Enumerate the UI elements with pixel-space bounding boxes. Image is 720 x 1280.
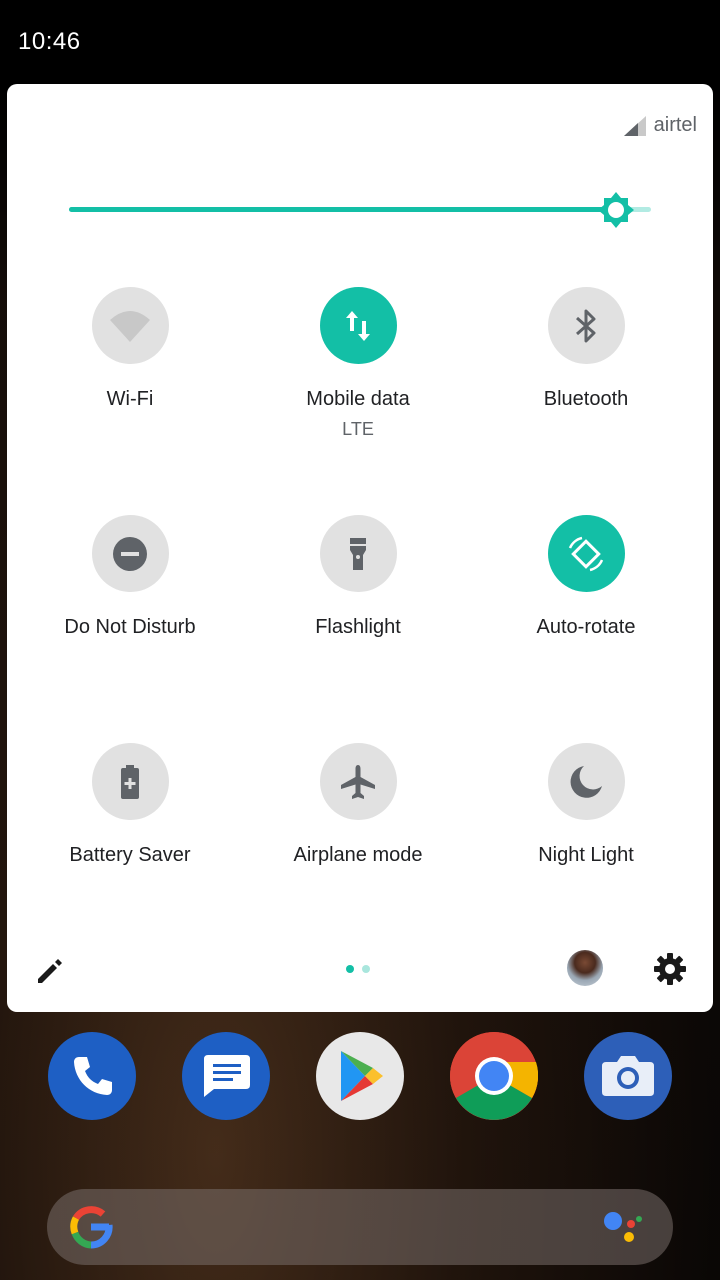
tile-label: Auto-rotate [536, 616, 636, 638]
dock-camera[interactable] [584, 1032, 672, 1120]
page-indicator [346, 965, 370, 973]
messages-icon [204, 1055, 250, 1097]
settings-gear-icon[interactable] [653, 952, 687, 986]
signal-strength-icon [623, 115, 646, 136]
tile-label: Night Light [538, 844, 634, 866]
brightness-thumb-icon[interactable] [596, 190, 636, 230]
tile-airplane-mode[interactable]: Airplane mode [258, 743, 458, 867]
dock-play-store[interactable] [316, 1032, 404, 1120]
dock-phone[interactable] [48, 1032, 136, 1120]
auto-rotate-icon [568, 536, 604, 571]
tile-bluetooth[interactable]: Bluetooth [486, 287, 686, 411]
tile-auto-rotate[interactable]: Auto-rotate [486, 515, 686, 639]
night-light-icon [570, 765, 602, 798]
battery-saver-toggle[interactable] [91, 743, 169, 820]
tile-label: Bluetooth [543, 388, 629, 410]
carrier-indicator: airtel [623, 114, 697, 137]
google-search-bar[interactable] [47, 1189, 673, 1265]
brightness-slider[interactable] [69, 190, 651, 230]
carrier-name: airtel [653, 114, 697, 136]
flashlight-toggle[interactable] [319, 515, 397, 592]
phone-icon [74, 1057, 112, 1095]
do-not-disturb-toggle[interactable] [91, 515, 169, 592]
wifi-icon [110, 310, 150, 342]
bluetooth-icon [576, 309, 596, 342]
status-clock: 10:46 [18, 28, 81, 55]
assistant-icon [604, 1212, 642, 1242]
bluetooth-toggle[interactable] [547, 287, 625, 364]
battery-saver-icon [121, 764, 139, 799]
quick-settings-panel: airtel Wi-Fi Mobile data LTE Bluetooth D… [7, 84, 713, 1012]
status-bar: 10:46 [0, 0, 720, 84]
tile-label: Flashlight [315, 616, 401, 638]
page-dot [362, 965, 370, 973]
edit-pencil-icon[interactable] [35, 956, 65, 986]
do-not-disturb-icon [113, 536, 147, 571]
tile-label: Wi-Fi [106, 388, 154, 410]
chrome-icon [450, 1032, 538, 1120]
mobile-data-toggle[interactable] [319, 287, 397, 364]
user-avatar[interactable] [567, 950, 603, 986]
camera-icon [602, 1056, 654, 1096]
tile-battery-saver[interactable]: Battery Saver [30, 743, 230, 867]
tile-night-light[interactable]: Night Light [486, 743, 686, 867]
tile-label: Battery Saver [69, 844, 191, 866]
tile-label: Mobile data [306, 388, 410, 410]
tile-label: Do Not Disturb [64, 616, 196, 638]
page-dot-active [346, 965, 354, 973]
wifi-toggle[interactable] [91, 287, 169, 364]
tile-sublabel: LTE [342, 419, 374, 439]
airplane-icon [341, 764, 375, 799]
tile-do-not-disturb[interactable]: Do Not Disturb [30, 515, 230, 639]
tile-wifi[interactable]: Wi-Fi [30, 287, 230, 411]
mobile-data-icon [346, 310, 370, 341]
flashlight-icon [350, 537, 366, 570]
auto-rotate-toggle[interactable] [547, 515, 625, 592]
google-g-icon [70, 1206, 113, 1249]
brightness-fill [69, 207, 616, 212]
night-light-toggle[interactable] [547, 743, 625, 820]
tile-label: Airplane mode [293, 844, 423, 866]
airplane-mode-toggle[interactable] [319, 743, 397, 820]
play-store-icon [341, 1051, 383, 1101]
tile-flashlight[interactable]: Flashlight [258, 515, 458, 639]
dock-chrome[interactable] [450, 1032, 538, 1120]
tile-mobile-data[interactable]: Mobile data LTE [258, 287, 458, 440]
dock-messages[interactable] [182, 1032, 270, 1120]
